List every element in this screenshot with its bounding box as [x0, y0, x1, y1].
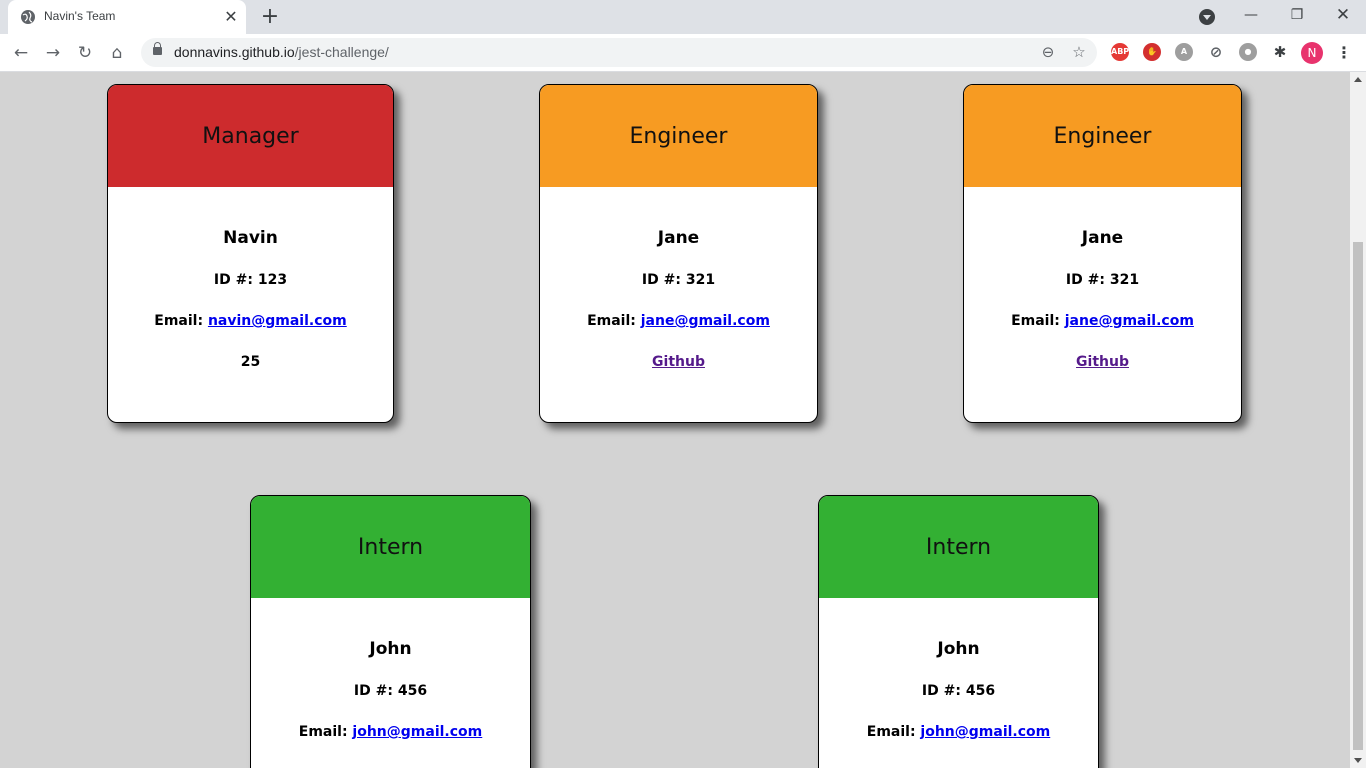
lock-icon[interactable]	[153, 42, 162, 55]
employee-email: Email: navin@gmail.com	[154, 313, 347, 329]
employee-name: Navin	[223, 228, 278, 248]
new-tab-button[interactable]: +	[258, 5, 282, 29]
tab-search-icon[interactable]	[1199, 9, 1215, 25]
email-link[interactable]: jane@gmail.com	[1065, 313, 1194, 329]
hand-stop-icon[interactable]: ✋	[1143, 43, 1161, 61]
minimize-icon[interactable]: —	[1228, 0, 1274, 30]
close-window-icon[interactable]: ✕	[1320, 0, 1366, 30]
office-number: 25	[240, 354, 261, 370]
address-bar[interactable]: donnavins.github.io/jest-challenge/ ⊖ ☆	[141, 38, 1097, 67]
tab-strip: Navin's Team ✕ + — ❐ ✕	[0, 0, 1366, 34]
card-role-heading: Intern	[819, 496, 1098, 598]
employee-id: ID #: 456	[353, 683, 428, 699]
url-text[interactable]: donnavins.github.io/jest-challenge/	[174, 44, 389, 60]
browser-toolbar: ← → ↻ ⌂ donnavins.github.io/jest-challen…	[0, 34, 1366, 72]
employee-email: Email: jane@gmail.com	[587, 313, 770, 329]
puzzle-icon[interactable]: ✱	[1271, 43, 1289, 61]
employee-id: ID #: 321	[641, 272, 716, 288]
intern-card: Intern John ID #: 456 Email: john@gmail.…	[818, 495, 1099, 768]
employee-name: John	[937, 639, 980, 659]
restore-icon[interactable]: ❐	[1274, 0, 1320, 30]
github-row: Github	[540, 353, 817, 371]
intern-card: Intern John ID #: 456 Email: john@gmail.…	[250, 495, 531, 768]
scrollbar-thumb[interactable]	[1353, 242, 1363, 750]
employee-email: Email: john@gmail.com	[866, 724, 1051, 740]
browser-tab[interactable]: Navin's Team ✕	[8, 0, 246, 34]
email-link[interactable]: jane@gmail.com	[641, 313, 770, 329]
translate-icon[interactable]: A	[1175, 43, 1193, 61]
password-icon[interactable]: ●	[1239, 43, 1257, 61]
tab-title: Navin's Team	[44, 9, 116, 23]
github-link[interactable]: Github	[1076, 354, 1129, 370]
employee-id: ID #: 456	[921, 683, 996, 699]
reload-icon[interactable]: ↻	[74, 42, 96, 64]
employee-id: ID #: 123	[213, 272, 288, 288]
adblock-plus-icon[interactable]: ABP	[1111, 43, 1129, 61]
email-link[interactable]: navin@gmail.com	[208, 313, 347, 329]
home-icon[interactable]: ⌂	[106, 42, 128, 64]
zoom-out-icon[interactable]: ⊖	[1039, 43, 1057, 61]
block-icon[interactable]: ⊘	[1207, 43, 1225, 61]
email-link[interactable]: john@gmail.com	[352, 724, 482, 740]
employee-id: ID #: 321	[1065, 272, 1140, 288]
profile-avatar[interactable]: N	[1301, 42, 1323, 64]
globe-icon	[21, 10, 35, 24]
page-content: Manager Navin ID #: 123 Email: navin@gma…	[0, 72, 1350, 768]
manager-card: Manager Navin ID #: 123 Email: navin@gma…	[107, 84, 394, 423]
employee-name: Jane	[1081, 228, 1124, 248]
card-role-heading: Engineer	[540, 85, 817, 187]
scroll-up-arrow-icon[interactable]	[1354, 77, 1362, 82]
employee-email: Email: jane@gmail.com	[1011, 313, 1194, 329]
kebab-menu-icon[interactable]: ⋮	[1336, 42, 1352, 64]
email-link[interactable]: john@gmail.com	[920, 724, 1050, 740]
scroll-down-arrow-icon[interactable]	[1354, 758, 1362, 763]
github-link[interactable]: Github	[652, 354, 705, 370]
card-role-heading: Intern	[251, 496, 530, 598]
engineer-card: Engineer Jane ID #: 321 Email: jane@gmai…	[539, 84, 818, 423]
employee-name: Jane	[657, 228, 700, 248]
engineer-card: Engineer Jane ID #: 321 Email: jane@gmai…	[963, 84, 1242, 423]
github-row: Github	[964, 353, 1241, 371]
card-role-heading: Engineer	[964, 85, 1241, 187]
forward-arrow-icon[interactable]: →	[42, 42, 64, 64]
card-role-heading: Manager	[108, 85, 393, 187]
close-tab-icon[interactable]: ✕	[222, 8, 240, 26]
bookmark-star-icon[interactable]: ☆	[1070, 43, 1088, 61]
vertical-scrollbar[interactable]	[1350, 72, 1366, 768]
back-arrow-icon[interactable]: ←	[10, 42, 32, 64]
employee-email: Email: john@gmail.com	[298, 724, 483, 740]
employee-name: John	[369, 639, 412, 659]
